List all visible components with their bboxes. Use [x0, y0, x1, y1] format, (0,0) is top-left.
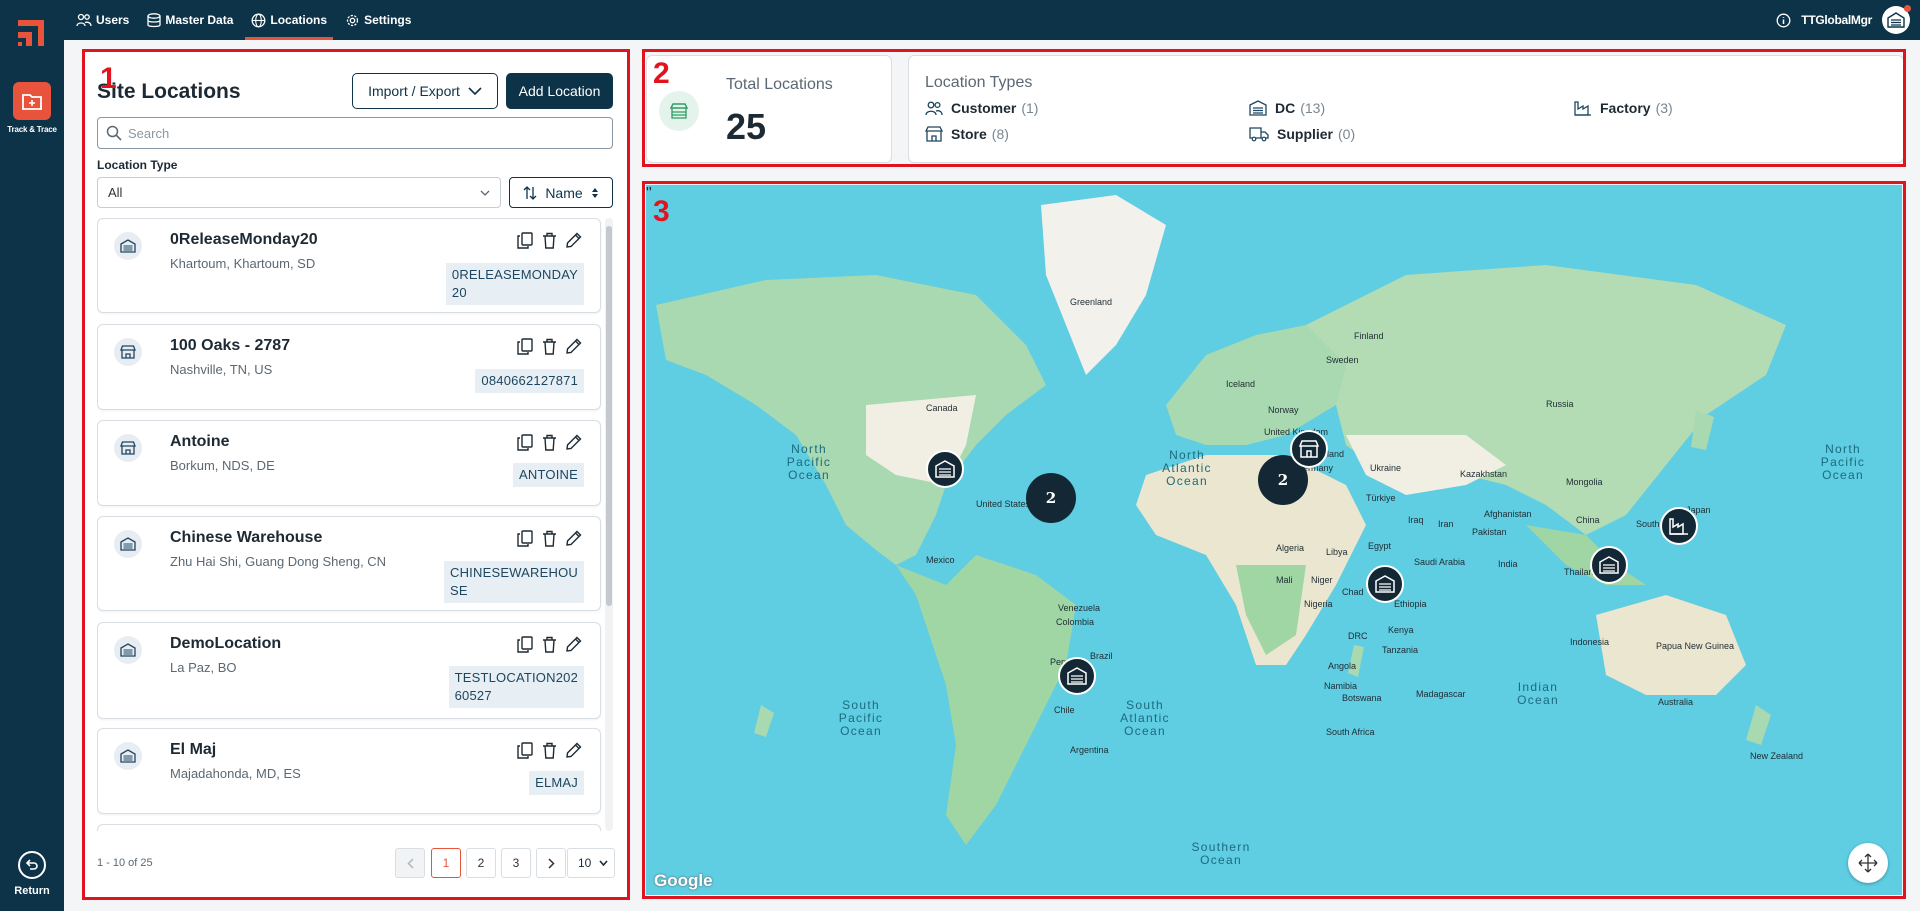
globe-icon [251, 13, 266, 27]
nav-tab-label: Users [96, 13, 130, 27]
nav-tab-label: Settings [364, 13, 412, 27]
nav-tab-label: Master Data [165, 13, 234, 27]
annotation-box-2 [642, 49, 1906, 167]
avatar[interactable] [1882, 5, 1911, 34]
return-label: Return [14, 885, 50, 897]
folder-icon [13, 82, 51, 120]
annotation-number: 1 [100, 62, 117, 95]
rail-item-label: Track & Trace [7, 125, 57, 134]
annotation-box-3 [642, 181, 1906, 899]
nav-tab-locations[interactable]: Locations [245, 0, 333, 40]
app-logo-icon[interactable] [14, 16, 48, 50]
user-name[interactable]: TTGlobalMgr [1801, 13, 1872, 27]
info-icon[interactable] [1776, 13, 1791, 28]
nav-tab-master-data[interactable]: Master Data [141, 0, 239, 40]
nav-tab-label: Locations [270, 13, 328, 27]
rail-item-track-trace[interactable]: Track & Trace [0, 82, 64, 138]
database-icon [147, 12, 162, 27]
annotation-box-1 [82, 49, 630, 900]
gear-icon [346, 14, 359, 26]
nav-tab-settings[interactable]: Settings [339, 0, 417, 40]
nav-tab-users[interactable]: Users [70, 0, 135, 40]
annotation-number: 3 [653, 195, 670, 228]
users-icon [76, 13, 92, 27]
user-area: TTGlobalMgr [1776, 0, 1911, 40]
return-icon [18, 851, 46, 879]
top-nav-bar: Users Master Data Locations Settings TTG… [64, 0, 1920, 40]
annotation-number: 2 [653, 57, 670, 90]
warehouse-icon [1887, 12, 1905, 28]
return-button[interactable]: Return [0, 851, 64, 897]
left-rail: Track & Trace Return [0, 0, 64, 911]
